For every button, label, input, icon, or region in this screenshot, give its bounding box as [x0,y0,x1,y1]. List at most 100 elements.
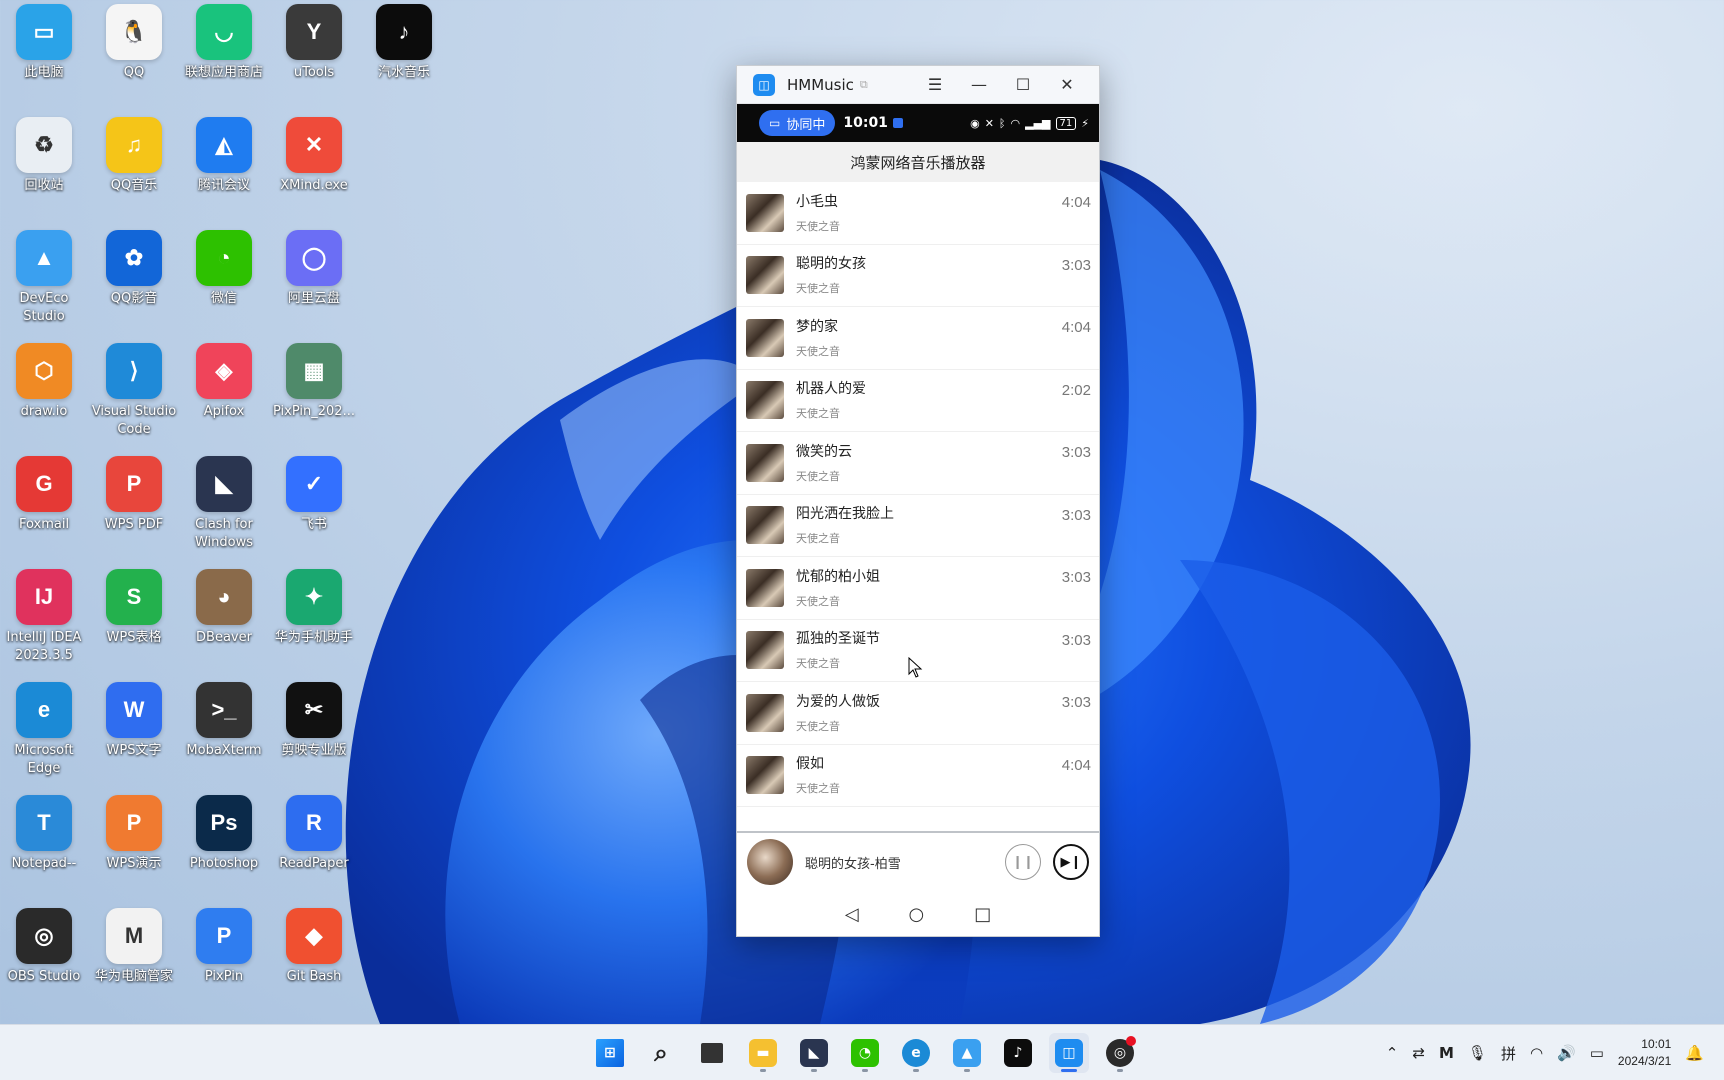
taskbar-file-explorer[interactable]: ▬ [743,1033,783,1073]
desktop-icon[interactable]: ◭ 腾讯会议 [178,117,270,227]
taskbar-clash[interactable]: ◣ [794,1033,834,1073]
start-button[interactable]: ⊞ [590,1033,630,1073]
desktop-icon[interactable]: >_ MobaXterm [178,682,270,792]
taskbar-deveco[interactable]: ▲ [947,1033,987,1073]
desktop-icon[interactable]: W WPS文字 [88,682,180,792]
recording-badge-icon [1126,1036,1136,1046]
microphone-icon[interactable]: 🎙 [1468,1044,1487,1062]
app-icon: ◎ [16,908,72,964]
desktop-icon[interactable]: ◯ 阿里云盘 [268,230,360,340]
desktop-icon[interactable]: ✦ 华为手机助手 [268,569,360,679]
wifi-icon: ◠ [1010,116,1021,130]
desktop-icon[interactable]: P PixPin [178,908,270,1018]
desktop-icon[interactable]: ◎ OBS Studio [0,908,90,1018]
song-row[interactable]: 假如 天使之音 4:04 [737,745,1099,807]
minimize-button[interactable]: — [957,70,1001,100]
app-icon: ✓ [286,456,342,512]
close-button[interactable]: ✕ [1045,70,1089,100]
song-list[interactable]: 小毛虫 天使之音 4:04 聪明的女孩 天使之音 3:03 梦的家 天使之音 4:04 机器人的爱… [737,182,1099,822]
desktop-icon[interactable]: S WPS表格 [88,569,180,679]
now-playing-cover[interactable] [747,839,793,885]
desktop-icon[interactable]: ⟩ Visual Studio Code [88,343,180,453]
song-row[interactable]: 阳光洒在我脸上 天使之音 3:03 [737,495,1099,557]
desktop-icon[interactable]: ◕ DBeaver [178,569,270,679]
song-row[interactable]: 小毛虫 天使之音 4:04 [737,182,1099,245]
next-button[interactable]: ▶❙ [1053,844,1089,880]
song-row[interactable]: 梦的家 天使之音 4:04 [737,307,1099,370]
taskbar-obs[interactable]: ◎ [1100,1033,1140,1073]
desktop-icon[interactable]: ▲ DevEco Studio [0,230,90,340]
task-view-button[interactable] [692,1033,732,1073]
desktop-icon[interactable]: ♪ 汽水音乐 [358,4,450,114]
song-row[interactable]: 聪明的女孩 天使之音 3:03 [737,245,1099,307]
recents-icon[interactable]: □ [974,904,991,925]
chevron-up-icon[interactable]: ⌃ [1386,1044,1399,1062]
input-method-icon[interactable]: 拼 [1501,1043,1516,1064]
app-icon: ♻ [16,117,72,173]
song-duration: 4:04 [1061,194,1091,211]
desktop-icon[interactable]: ⬡ draw.io [0,343,90,453]
desktop-icon[interactable]: G Foxmail [0,456,90,566]
desktop-icon[interactable]: ✂ 剪映专业版 [268,682,360,792]
desktop-icon[interactable]: ✓ 飞书 [268,456,360,566]
desktop-icon[interactable]: e Microsoft Edge [0,682,90,792]
desktop-icon[interactable]: T Notepad-- [0,795,90,905]
desktop-icon[interactable]: ✕ XMind.exe [268,117,360,227]
collab-badge[interactable]: ▭ 协同中 [759,110,836,136]
desktop-icon[interactable]: ◈ Apifox [178,343,270,453]
desktop-icon-label: ReadPaper [279,856,349,871]
maximize-button[interactable]: ☐ [1001,70,1045,100]
app-icon: Y [286,4,342,60]
app-icon: ◣ [196,456,252,512]
pause-button[interactable]: ❙❙ [1005,844,1041,880]
taskbar-qishui-music[interactable]: ♪ [998,1033,1038,1073]
song-row[interactable]: 为爱的人做饭 天使之音 3:03 [737,682,1099,745]
desktop-icon-label: QQ音乐 [110,178,158,193]
desktop-icon[interactable]: ♻ 回收站 [0,117,90,227]
desktop-icon-label: IntelliJ IDEA 2023.3.5 [6,630,82,663]
song-row[interactable]: 微笑的云 天使之音 3:03 [737,432,1099,495]
desktop-icon[interactable]: ▭ 此电脑 [0,4,90,114]
desktop-icon[interactable]: ◔ 微信 [178,230,270,340]
taskbar-wechat[interactable]: ◔ [845,1033,885,1073]
huawei-pc-manager-icon[interactable]: M [1439,1044,1454,1062]
desktop-icon-label: 回收站 [24,178,64,193]
battery-tray-icon[interactable]: ▭ [1590,1044,1604,1062]
song-row[interactable]: 机器人的爱 天使之音 2:02 [737,370,1099,432]
taskbar-apps: ⊞ ⌕ ▬ ◣ ◔ e ▲ ♪ ◫ ◎ [590,1025,1140,1080]
song-cover [746,256,784,295]
desktop-icon[interactable]: ✿ QQ影音 [88,230,180,340]
desktop-icon[interactable]: ◆ Git Bash [268,908,360,1018]
song-cover [746,443,784,482]
home-icon[interactable]: ○ [909,904,925,925]
pin-icon[interactable]: ⧉ [860,78,868,92]
transfer-icon[interactable]: ⇄ [1412,1044,1425,1062]
back-icon[interactable]: ◁ [845,904,859,925]
volume-icon[interactable]: 🔊 [1557,1044,1576,1062]
desktop-icon[interactable]: ◡ 联想应用商店 [178,4,270,114]
desktop-icon[interactable]: 🐧 QQ [88,4,180,114]
desktop-icon[interactable]: ♫ QQ音乐 [88,117,180,227]
menu-icon[interactable]: ☰ [913,70,957,100]
desktop-icon[interactable]: ◣ Clash for Windows [178,456,270,566]
taskbar: ⊞ ⌕ ▬ ◣ ◔ e ▲ ♪ ◫ ◎ ⌃ ⇄ M 🎙 拼 ◠ 🔊 ▭ 10:0… [0,1024,1724,1080]
taskbar-edge[interactable]: e [896,1033,936,1073]
desktop-icon[interactable]: P WPS演示 [88,795,180,905]
song-row[interactable]: 忧郁的柏小姐 天使之音 3:03 [737,557,1099,620]
desktop-icon[interactable]: ▦ PixPin_202... [268,343,360,453]
app-icon: S [106,569,162,625]
wifi-tray-icon[interactable]: ◠ [1530,1044,1543,1062]
desktop-icon[interactable]: M 华为电脑管家 [88,908,180,1018]
window-titlebar[interactable]: ◫ HMMusic ⧉ ☰ — ☐ ✕ [737,66,1099,104]
clock[interactable]: 10:01 2024/3/21 [1618,1036,1671,1070]
desktop-icon[interactable]: R ReadPaper [268,795,360,905]
app-icon: ▦ [286,343,342,399]
desktop-icon[interactable]: YuTools [268,4,360,114]
taskbar-hmmusic[interactable]: ◫ [1049,1033,1089,1073]
desktop-icon[interactable]: IJ IntelliJ IDEA 2023.3.5 [0,569,90,679]
desktop-icon[interactable]: Ps Photoshop [178,795,270,905]
desktop-icon[interactable]: P WPS PDF [88,456,180,566]
search-button[interactable]: ⌕ [641,1033,681,1073]
notification-bell-icon[interactable]: 🔔 [1685,1044,1704,1062]
desktop-icon-label: PixPin_202... [273,404,355,419]
